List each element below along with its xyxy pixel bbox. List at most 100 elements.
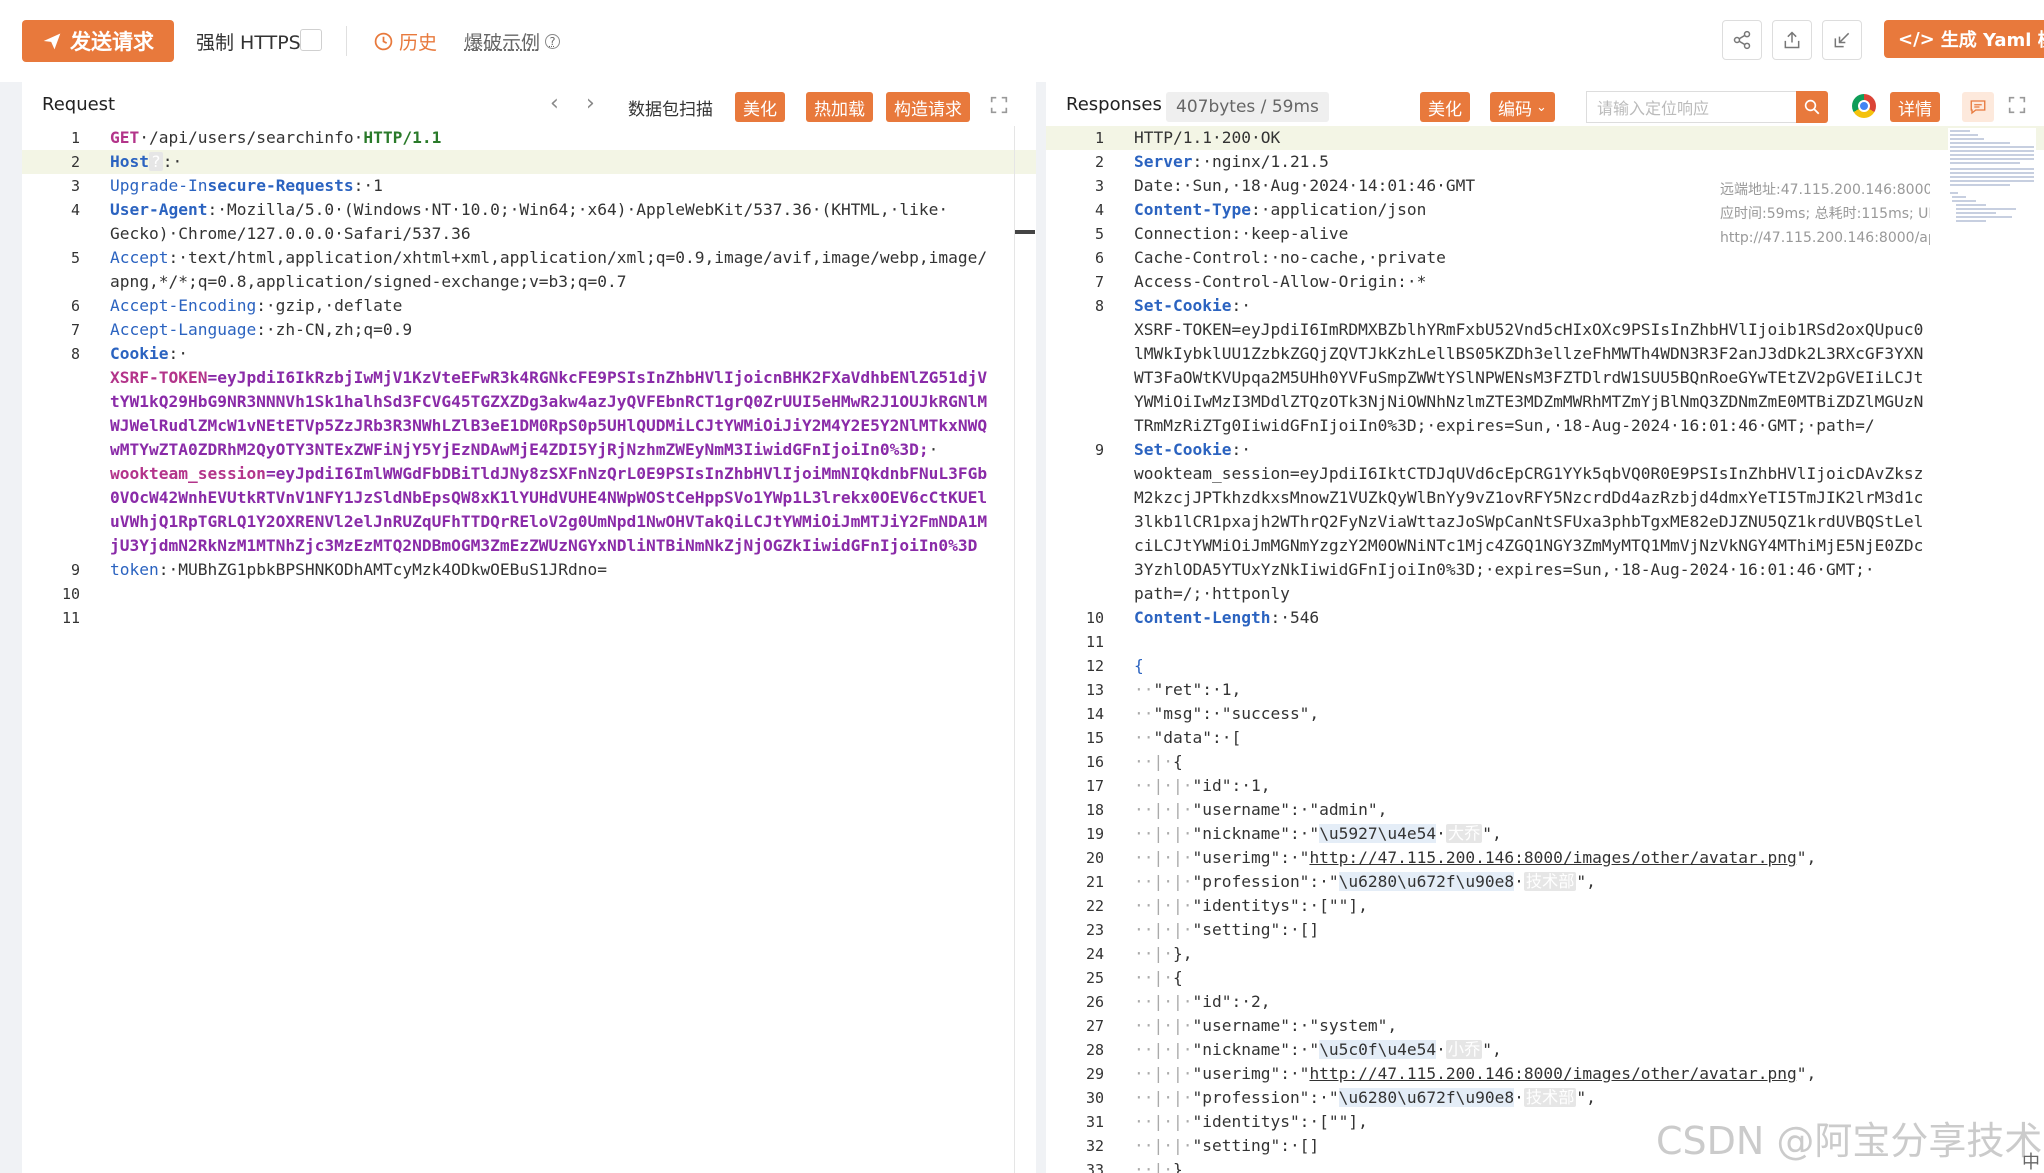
code-token: "nickname":·"	[1192, 824, 1320, 843]
code-token: :·	[1231, 296, 1251, 315]
code-token: Accept-Encoding	[110, 296, 257, 315]
code-token: ",	[1576, 1088, 1596, 1107]
code-token: Set-Cookie	[1134, 296, 1232, 315]
force-https-checkbox[interactable]	[300, 29, 322, 51]
request-code-line: 9 token:·MUBhZG1pbkBPSHNKODhAMTcyMzk4ODkw…	[22, 558, 1036, 582]
line-number	[22, 414, 110, 438]
response-editor[interactable]: 1 HTTP/1.1·200·OK 2 Server:·nginx/1.21.5 3 Da…	[1046, 126, 2044, 1173]
search-icon	[1804, 99, 1820, 115]
request-scrollbar-thumb[interactable]	[1015, 230, 1035, 234]
request-beautify-button[interactable]: 美化	[735, 92, 785, 122]
minimap[interactable]	[1948, 128, 2036, 228]
code-token: ··|·|·	[1134, 848, 1193, 867]
line-text: ··|·|·"setting":·[]	[1134, 918, 1954, 942]
request-code-line: apng,*/*;q=0.8,application/signed-exchan…	[22, 270, 1036, 294]
request-code-line: 2 Host?:·	[22, 150, 1036, 174]
code-token: ··|·|·	[1134, 824, 1193, 843]
response-code-line: wookteam_session=eyJpdiI6IktCTDJqUVd6cEp…	[1046, 462, 2044, 486]
request-code-line: 11	[22, 606, 1036, 630]
code-token: :·gzip,·deflate	[256, 296, 403, 315]
request-scrollbar[interactable]	[1014, 126, 1035, 1173]
line-text	[110, 582, 1006, 606]
code-token: ·	[1436, 824, 1446, 843]
code-token: ··|·|·	[1134, 800, 1193, 819]
line-text: ··|·|·"userimg":·"http://47.115.200.146:…	[1134, 846, 1954, 870]
details-button[interactable]: 详情	[1890, 92, 1940, 122]
response-code-line: 10 Content-Length:·546	[1046, 606, 2044, 630]
encode-dropdown[interactable]: 编码 ⌄	[1490, 92, 1555, 122]
code-token: :·nginx/1.21.5	[1192, 152, 1329, 171]
response-size-badge: 407bytes / 59ms	[1166, 92, 1329, 122]
locate-search-button[interactable]	[1796, 91, 1828, 123]
import-button[interactable]	[1822, 20, 1862, 60]
request-code-line: uVWhjQ1RpTGRLQ1Y2OXRENVl2elJnRUZqUFhTTDQ…	[22, 510, 1036, 534]
history-link[interactable]: 历史	[374, 28, 437, 55]
line-number: 2	[70, 153, 80, 171]
line-number: 9	[1094, 441, 1104, 459]
line-text: wookteam_session=eyJpdiI6IktCTDJqUVd6cEp…	[1134, 462, 1954, 486]
locate-response-input[interactable]: 请输入定位响应	[1586, 91, 1796, 123]
line-text: ··|·|·"id":·1,	[1134, 774, 1954, 798]
code-token: "ret":·1,	[1153, 680, 1242, 699]
line-text: XSRF-TOKEN=eyJpdiI6IkRzbjIwMjV1KzVteEFwR…	[110, 366, 1006, 390]
line-text: token:·MUBhZG1pbkBPSHNKODhAMTcyMzk4ODkwO…	[110, 558, 1006, 582]
line-text: ··|·|·"id":·2,	[1134, 990, 1954, 1014]
code-token: ··|·	[1134, 944, 1173, 963]
response-title: Responses	[1066, 94, 1162, 115]
prev-arrow-icon[interactable]: ‹	[550, 93, 559, 115]
code-token: ",	[1796, 1064, 1817, 1083]
send-request-button[interactable]: 发送请求	[22, 20, 174, 62]
line-text: GET·/api/users/searchinfo·HTTP/1.1	[110, 126, 1006, 150]
code-token: path=/;·httponly	[1134, 584, 1290, 603]
line-number	[1046, 462, 1134, 486]
response-code-line: 2 Server:·nginx/1.21.5	[1046, 150, 2044, 174]
line-number	[1046, 582, 1134, 606]
code-token: ··	[1134, 728, 1154, 747]
line-number: 7	[70, 321, 80, 339]
generate-yaml-button[interactable]: </> 生成 Yaml 模板	[1884, 20, 2044, 58]
line-number	[22, 366, 110, 390]
response-beautify-button[interactable]: 美化	[1420, 92, 1470, 122]
response-code-line: 26 ··|·|·"id":·2,	[1046, 990, 2044, 1014]
ime-indicator[interactable]: 中	[2022, 1148, 2040, 1173]
next-arrow-icon[interactable]: ›	[586, 93, 595, 115]
line-text: User-Agent:·Mozilla/5.0·(Windows·NT·10.0…	[110, 198, 1006, 222]
code-token: :·	[162, 152, 183, 171]
expand-icon[interactable]	[2006, 94, 2028, 116]
line-text: ··|·|·"username":·"admin",	[1134, 798, 1954, 822]
code-token: ··|·	[1134, 968, 1173, 987]
code-token: HTTP/1.1	[363, 128, 442, 147]
request-editor[interactable]: 1 GET·/api/users/searchinfo·HTTP/1.1 2 Host…	[22, 126, 1036, 1173]
comment-button[interactable]	[1962, 92, 1994, 122]
code-token: :·MUBhZG1pbkBPSHNKODhAMTcyMzk4ODkwOEBuS1…	[158, 560, 608, 579]
request-code-line: tYW1kQ29HbG9NR3NNNVh1Sk1halhSd3FCVG45TGZ…	[22, 390, 1036, 414]
expand-icon[interactable]	[988, 94, 1010, 116]
build-request-button[interactable]: 构造请求	[886, 92, 970, 122]
code-token: :·text/html,application/xhtml+xml,applic…	[168, 248, 988, 267]
line-text: ··|·|·"profession":·"\u6280\u672f\u90e8·…	[1134, 1086, 1954, 1110]
request-code-line: 7 Accept-Language:·zh-CN,zh;q=0.9	[22, 318, 1036, 342]
brute-force-examples-link[interactable]: 爆破示例 ?	[464, 28, 561, 55]
response-code-line: 3YzhlODA5YTUxYzNkIiwidGFnIjoiIn0%3D;·exp…	[1046, 558, 2044, 582]
response-code-line: 1 HTTP/1.1·200·OK	[1046, 126, 2044, 150]
meta-line: 应时间:59ms; 总耗时:115ms; URL:	[1720, 206, 1930, 222]
code-token: tYW1kQ29HbG9NR3NNNVh1Sk1halhSd3FCVG45TGZ…	[110, 392, 988, 411]
code-token: jU3YjdmN2RkNzM1MTNhZjc3MzEzMTQ2NDBmOGM3Z…	[110, 536, 978, 555]
hot-load-button[interactable]: 热加载	[806, 92, 873, 122]
share-button[interactable]	[1722, 20, 1762, 60]
code-token: Set-Cookie	[1134, 440, 1232, 459]
export-button[interactable]	[1772, 20, 1812, 60]
line-number	[22, 438, 110, 462]
line-number: 12	[1085, 657, 1104, 675]
line-number: 3	[1094, 177, 1104, 195]
line-number	[1046, 318, 1134, 342]
code-token: =eyJpdiI6IkRzbjIwMjV1KzVteEFwR3k4RGNkcFE…	[207, 368, 978, 387]
line-text: M2kzcjJPTkhzdkxsMnowZ1VUZkQyWlBnYy9vZ1ov…	[1134, 486, 1954, 510]
chrome-icon[interactable]	[1852, 94, 1876, 118]
code-token: secure-Requests	[207, 176, 354, 195]
response-code-line: 29 ··|·|·"userimg":·"http://47.115.200.14…	[1046, 1062, 2044, 1086]
code-token: ··|·|·	[1134, 776, 1193, 795]
packet-scan-button[interactable]: 数据包扫描	[622, 92, 719, 122]
response-code-line: 11	[1046, 630, 2044, 654]
code-token: "id":·2,	[1192, 992, 1271, 1011]
